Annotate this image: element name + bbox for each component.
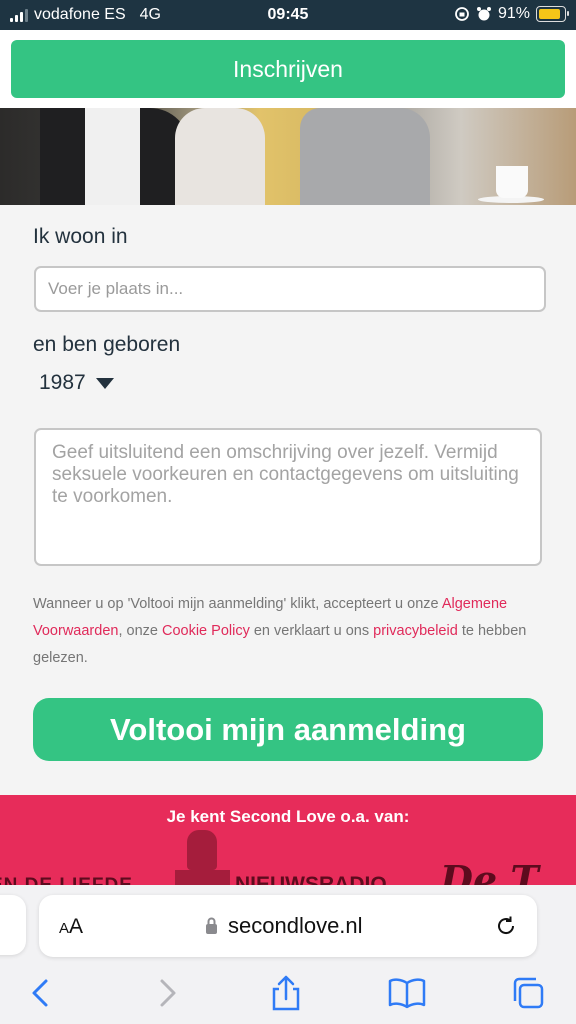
previous-tab-peek[interactable] xyxy=(0,895,26,955)
press-title: Je kent Second Love o.a. van: xyxy=(166,807,410,826)
birth-year-value: 1987 xyxy=(39,371,86,394)
terms-part-1: Wanneer u op 'Voltooi mijn aanmelding' k… xyxy=(33,596,442,612)
battery-fill xyxy=(539,9,561,19)
orientation-lock-icon xyxy=(455,7,469,21)
hero-person-hand xyxy=(175,108,265,205)
share-icon[interactable] xyxy=(266,975,306,1011)
birth-label: en ben geboren xyxy=(33,333,181,356)
alarm-icon xyxy=(476,7,491,21)
status-bar: vodafone ES 4G 09:45 91% xyxy=(0,0,576,30)
header-area: Inschrijven xyxy=(0,30,576,108)
battery-percent: 91% xyxy=(497,5,530,22)
hero-person-sweater xyxy=(300,108,430,205)
battery-icon xyxy=(536,6,569,22)
reload-icon[interactable] xyxy=(494,914,518,938)
browser-toolbar: AA secondlove.nl xyxy=(0,885,576,1024)
terms-part-3: en verklaart u ons xyxy=(249,623,374,639)
status-right: 91% xyxy=(454,5,569,23)
city-label: Ik woon in xyxy=(33,225,128,248)
lock-icon xyxy=(206,917,217,934)
text-size-button[interactable]: AA xyxy=(59,915,83,939)
dropdown-arrow-icon xyxy=(95,377,114,389)
back-icon[interactable] xyxy=(22,975,62,1011)
forward-icon[interactable] xyxy=(146,975,186,1011)
birth-year-select[interactable]: 1987 xyxy=(39,371,114,395)
terms-part-2: , onze xyxy=(118,623,162,639)
text-size-large: A xyxy=(69,915,84,938)
address-bar[interactable]: AA secondlove.nl xyxy=(39,895,537,957)
hero-person-suit xyxy=(40,108,190,205)
tabs-icon[interactable] xyxy=(508,975,548,1011)
bookmarks-icon[interactable] xyxy=(387,975,427,1011)
url-text: secondlove.nl xyxy=(228,913,363,938)
city-input[interactable] xyxy=(34,266,546,312)
complete-registration-button[interactable]: Voltooi mijn aanmelding xyxy=(33,698,543,761)
signup-button[interactable]: Inschrijven xyxy=(11,40,565,98)
registration-form: Ik woon in en ben geboren 1987 Wanneer u… xyxy=(0,205,576,795)
hero-coffee-cup xyxy=(496,166,528,198)
hero-image xyxy=(0,108,576,205)
terms-text: Wanneer u op 'Voltooi mijn aanmelding' k… xyxy=(33,591,553,672)
cookie-policy-link[interactable]: Cookie Policy xyxy=(162,623,250,639)
privacy-link[interactable]: privacybeleid xyxy=(373,623,458,639)
text-size-small: A xyxy=(59,920,70,937)
description-textarea[interactable] xyxy=(34,428,542,566)
